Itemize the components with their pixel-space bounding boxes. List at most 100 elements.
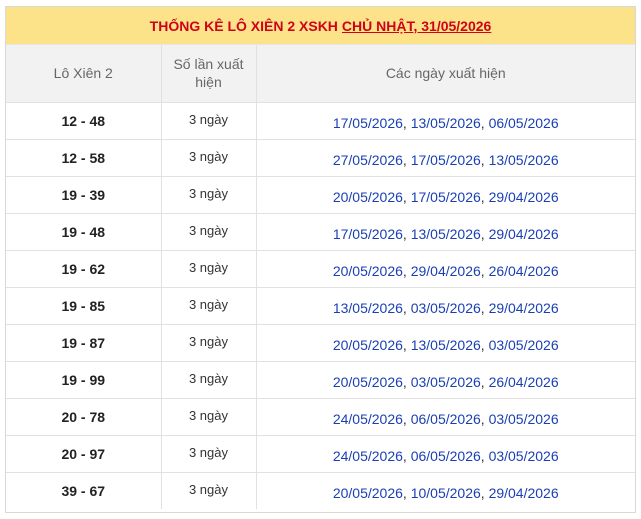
pair-cell: 19 - 39	[6, 176, 162, 214]
count-cell: 3 ngày	[161, 176, 257, 214]
date-link[interactable]: 13/05/2026	[489, 152, 559, 168]
pair-cell: 19 - 48	[6, 213, 162, 251]
date-link[interactable]: 17/05/2026	[411, 189, 481, 205]
date-link[interactable]: 13/05/2026	[411, 226, 481, 242]
date-link[interactable]: 27/05/2026	[333, 152, 403, 168]
date-separator: ,	[480, 484, 489, 501]
table-header: Lô Xiên 2 Số lần xuất hiện Các ngày xuất…	[6, 45, 635, 103]
date-link[interactable]: 06/05/2026	[411, 411, 481, 427]
date-separator: ,	[480, 188, 489, 205]
pair-cell: 12 - 48	[6, 102, 162, 140]
date-separator: ,	[480, 447, 489, 464]
date-link[interactable]: 13/05/2026	[411, 115, 481, 131]
date-link[interactable]: 03/05/2026	[489, 448, 559, 464]
dates-cell: 27/05/2026, 17/05/2026, 13/05/2026	[256, 139, 635, 177]
count-cell: 3 ngày	[161, 435, 257, 473]
count-cell: 3 ngày	[161, 102, 257, 140]
table-row: 20 - 78 3 ngày 24/05/2026, 06/05/2026, 03/…	[6, 398, 635, 436]
date-link[interactable]: 03/05/2026	[489, 337, 559, 353]
pair-cell: 19 - 87	[6, 324, 162, 362]
pair-cell: 39 - 67	[6, 472, 162, 509]
pair-cell: 19 - 62	[6, 250, 162, 288]
date-link[interactable]: 29/04/2026	[489, 226, 559, 242]
date-separator: ,	[480, 151, 489, 168]
stats-table: Lô Xiên 2 Số lần xuất hiện Các ngày xuất…	[6, 45, 635, 509]
date-separator: ,	[480, 410, 489, 427]
count-cell: 3 ngày	[161, 139, 257, 177]
header-pair: Lô Xiên 2	[6, 45, 162, 103]
date-separator: ,	[402, 484, 411, 501]
date-link[interactable]: 17/05/2026	[333, 115, 403, 131]
panel-title: THỐNG KÊ LÔ XIÊN 2 XSKH CHỦ NHẬT, 31/05/…	[6, 7, 635, 45]
date-link[interactable]: 03/05/2026	[411, 374, 481, 390]
table-row: 12 - 48 3 ngày 17/05/2026, 13/05/2026, 06/…	[6, 102, 635, 140]
count-cell: 3 ngày	[161, 324, 257, 362]
date-link[interactable]: 20/05/2026	[333, 337, 403, 353]
date-separator: ,	[402, 188, 411, 205]
dates-cell: 20/05/2026, 17/05/2026, 29/04/2026	[256, 176, 635, 214]
table-row: 19 - 39 3 ngày 20/05/2026, 17/05/2026, 29/…	[6, 176, 635, 214]
date-link[interactable]: 24/05/2026	[333, 448, 403, 464]
dates-cell: 20/05/2026, 13/05/2026, 03/05/2026	[256, 324, 635, 362]
table-body: 12 - 48 3 ngày 17/05/2026, 13/05/2026, 06/…	[6, 102, 635, 509]
date-link[interactable]: 10/05/2026	[411, 485, 481, 501]
table-row: 39 - 67 3 ngày 20/05/2026, 10/05/2026, 29/…	[6, 472, 635, 509]
date-link[interactable]: 20/05/2026	[333, 374, 403, 390]
title-date-link[interactable]: CHỦ NHẬT, 31/05/2026	[342, 18, 491, 34]
date-separator: ,	[402, 262, 411, 279]
pair-cell: 19 - 99	[6, 361, 162, 399]
date-separator: ,	[480, 336, 489, 353]
pair-cell: 20 - 78	[6, 398, 162, 436]
date-separator: ,	[402, 225, 411, 242]
date-link[interactable]: 20/05/2026	[333, 485, 403, 501]
table-row: 19 - 48 3 ngày 17/05/2026, 13/05/2026, 29/…	[6, 213, 635, 251]
pair-cell: 20 - 97	[6, 435, 162, 473]
count-cell: 3 ngày	[161, 250, 257, 288]
date-link[interactable]: 17/05/2026	[333, 226, 403, 242]
pair-cell: 12 - 58	[6, 139, 162, 177]
date-separator: ,	[480, 299, 489, 316]
table-row: 19 - 99 3 ngày 20/05/2026, 03/05/2026, 26/…	[6, 361, 635, 399]
date-link[interactable]: 06/05/2026	[489, 115, 559, 131]
header-dates: Các ngày xuất hiện	[256, 45, 635, 103]
count-cell: 3 ngày	[161, 398, 257, 436]
date-link[interactable]: 29/04/2026	[411, 263, 481, 279]
dates-cell: 24/05/2026, 06/05/2026, 03/05/2026	[256, 398, 635, 436]
date-separator: ,	[402, 373, 411, 390]
count-cell: 3 ngày	[161, 472, 257, 509]
date-link[interactable]: 20/05/2026	[333, 263, 403, 279]
date-link[interactable]: 03/05/2026	[411, 300, 481, 316]
date-link[interactable]: 29/04/2026	[489, 485, 559, 501]
date-link[interactable]: 24/05/2026	[333, 411, 403, 427]
dates-cell: 17/05/2026, 13/05/2026, 06/05/2026	[256, 102, 635, 140]
date-link[interactable]: 26/04/2026	[489, 374, 559, 390]
date-link[interactable]: 29/04/2026	[489, 300, 559, 316]
date-link[interactable]: 29/04/2026	[489, 189, 559, 205]
date-separator: ,	[402, 151, 411, 168]
count-cell: 3 ngày	[161, 213, 257, 251]
date-separator: ,	[480, 373, 489, 390]
date-separator: ,	[480, 262, 489, 279]
table-row: 19 - 87 3 ngày 20/05/2026, 13/05/2026, 03/…	[6, 324, 635, 362]
dates-cell: 20/05/2026, 29/04/2026, 26/04/2026	[256, 250, 635, 288]
pair-cell: 19 - 85	[6, 287, 162, 325]
count-cell: 3 ngày	[161, 287, 257, 325]
date-separator: ,	[402, 114, 411, 131]
table-row: 19 - 62 3 ngày 20/05/2026, 29/04/2026, 26/…	[6, 250, 635, 288]
date-link[interactable]: 13/05/2026	[411, 337, 481, 353]
dates-cell: 20/05/2026, 10/05/2026, 29/04/2026	[256, 472, 635, 509]
date-separator: ,	[402, 336, 411, 353]
date-link[interactable]: 06/05/2026	[411, 448, 481, 464]
dates-cell: 13/05/2026, 03/05/2026, 29/04/2026	[256, 287, 635, 325]
date-separator: ,	[402, 447, 411, 464]
date-link[interactable]: 03/05/2026	[489, 411, 559, 427]
date-link[interactable]: 26/04/2026	[489, 263, 559, 279]
date-link[interactable]: 13/05/2026	[333, 300, 403, 316]
count-cell: 3 ngày	[161, 361, 257, 399]
date-separator: ,	[402, 410, 411, 427]
date-link[interactable]: 17/05/2026	[411, 152, 481, 168]
dates-cell: 17/05/2026, 13/05/2026, 29/04/2026	[256, 213, 635, 251]
table-row: 19 - 85 3 ngày 13/05/2026, 03/05/2026, 29/…	[6, 287, 635, 325]
date-link[interactable]: 20/05/2026	[333, 189, 403, 205]
date-separator: ,	[480, 114, 489, 131]
